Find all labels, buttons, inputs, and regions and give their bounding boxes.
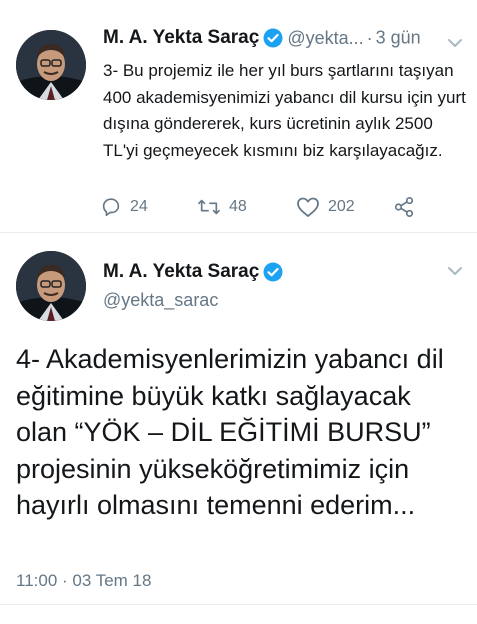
verified-badge-icon: [263, 28, 283, 48]
divider: [0, 604, 477, 605]
reply-count: 24: [130, 198, 148, 215]
share-icon: [394, 197, 414, 217]
author-handle[interactable]: @yekta_sarac: [103, 290, 218, 311]
heart-icon: [297, 197, 319, 217]
retweet-button[interactable]: 48: [197, 196, 247, 218]
verified-badge-icon: [263, 262, 283, 282]
avatar[interactable]: [16, 251, 86, 321]
tweet-time[interactable]: 3 gün: [376, 28, 421, 48]
retweet-icon: [198, 199, 220, 215]
author-name[interactable]: M. A. Yekta Saraç: [103, 261, 259, 282]
tweet-timestamp[interactable]: 11:00 · 03 Tem 18: [16, 571, 151, 591]
like-button[interactable]: 202: [296, 196, 355, 218]
reply-icon: [102, 198, 120, 217]
share-button[interactable]: [393, 196, 423, 218]
tweet-thread: M. A. Yekta Saraç @yekta... · 3 gün 3- Bu p…: [0, 0, 477, 624]
author-name-row: M. A. Yekta Saraç: [103, 261, 283, 283]
avatar[interactable]: [16, 30, 86, 100]
tweet-header: M. A. Yekta Saraç @yekta... · 3 gün: [103, 27, 468, 53]
chevron-down-icon[interactable]: [447, 38, 463, 48]
author-handle[interactable]: @yekta...: [287, 28, 363, 48]
like-count: 202: [328, 198, 355, 215]
chevron-down-icon[interactable]: [447, 266, 463, 276]
retweet-count: 48: [229, 198, 247, 215]
separator-dot: ·: [366, 27, 373, 48]
reply-button[interactable]: 24: [100, 196, 148, 218]
tweet-text: 4- Akademisyenlerimizin yabancı dil eğit…: [16, 344, 444, 520]
tweet-text: 3- Bu projemiz ile her yıl burs şartları…: [103, 61, 466, 160]
tweet-card-1[interactable]: M. A. Yekta Saraç @yekta... · 3 gün 3- Bu p…: [0, 0, 477, 232]
divider: [0, 232, 477, 233]
author-name[interactable]: M. A. Yekta Saraç: [103, 27, 259, 48]
tweet-actions: 24 48 202: [0, 196, 477, 222]
